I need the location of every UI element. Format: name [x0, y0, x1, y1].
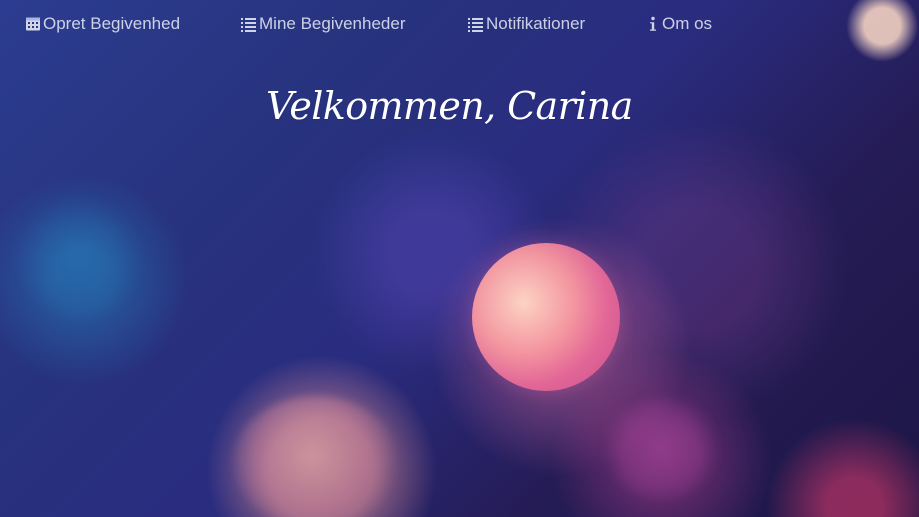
welcome-title: Velkommen, Carina	[266, 84, 633, 128]
list-icon	[240, 16, 258, 32]
nav-notifications-label: Notifikationer	[486, 14, 586, 33]
info-icon	[643, 16, 661, 32]
nav-my-events[interactable]: Mine Begivenheder	[240, 14, 415, 34]
top-navigation: Opret Begivenhed Mine Begivenheder Notif…	[24, 13, 712, 35]
list-icon	[467, 16, 485, 32]
background-bokeh-main	[472, 243, 620, 391]
calendar-icon	[24, 16, 42, 32]
nav-my-events-label: Mine Begivenheder	[259, 14, 406, 33]
background-bokeh-blue	[20, 200, 138, 318]
nav-notifications[interactable]: Notifikationer	[467, 14, 591, 34]
nav-about-label: Om os	[662, 14, 713, 33]
nav-about[interactable]: Om os	[643, 14, 712, 34]
background-bokeh-right	[602, 398, 720, 498]
nav-create-event[interactable]: Opret Begivenhed	[24, 14, 188, 34]
nav-create-event-label: Opret Begivenhed	[43, 14, 181, 33]
background-bokeh-left	[233, 396, 399, 517]
